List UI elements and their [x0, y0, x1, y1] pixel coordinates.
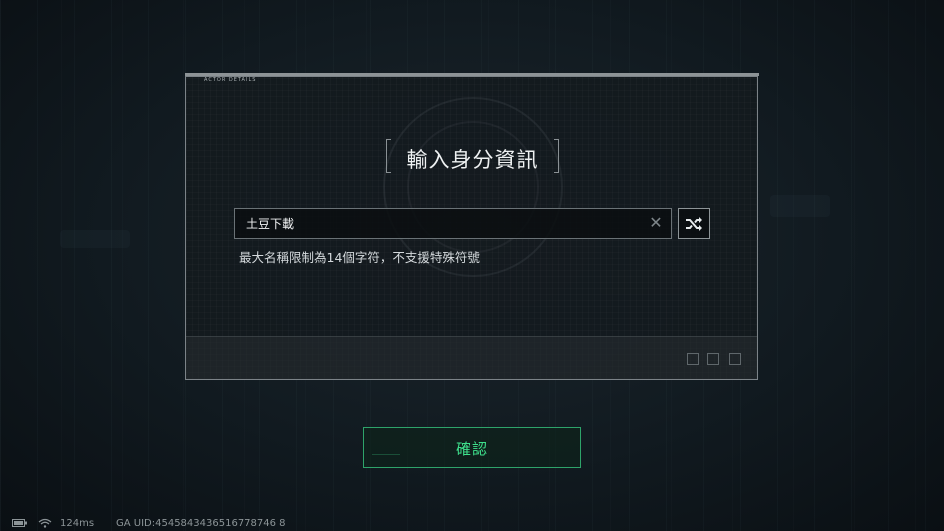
- shuffle-icon: [686, 217, 702, 231]
- dialog-bottom-strip: [186, 336, 757, 379]
- dialog-title: 輸入身分資訊: [406, 148, 539, 172]
- confirm-label: 確認: [455, 440, 488, 458]
- name-input[interactable]: [235, 209, 635, 238]
- uid-value: GA UID:4545843436516778746 8: [116, 518, 286, 529]
- background-decoration: [770, 195, 830, 217]
- dialog-tag: ACTOR DETAILS: [204, 77, 257, 83]
- name-hint: 最大名稱限制為14個字符，不支援特殊符號: [239, 250, 480, 265]
- game-screen: ACTOR DETAILS 輸入身分資訊 ✕ 最大名稱限制為14個字符，不支援特…: [0, 0, 944, 531]
- close-icon[interactable]: ✕: [647, 214, 665, 232]
- dialog-top-bar: [185, 73, 759, 76]
- name-field: ✕: [234, 208, 672, 239]
- decor-square: [687, 353, 699, 365]
- ping-value: 124ms: [60, 518, 95, 529]
- decor-square: [707, 353, 719, 365]
- decor-square: [729, 353, 741, 365]
- wifi-icon: [38, 518, 52, 531]
- title-frame: 輸入身分資訊: [386, 139, 559, 173]
- shuffle-name-button[interactable]: [678, 208, 710, 239]
- battery-icon: [12, 518, 28, 531]
- identity-dialog: ACTOR DETAILS 輸入身分資訊 ✕ 最大名稱限制為14個字符，不支援特…: [185, 73, 759, 380]
- background-decoration: [60, 230, 130, 248]
- confirm-button[interactable]: 確認: [363, 427, 581, 468]
